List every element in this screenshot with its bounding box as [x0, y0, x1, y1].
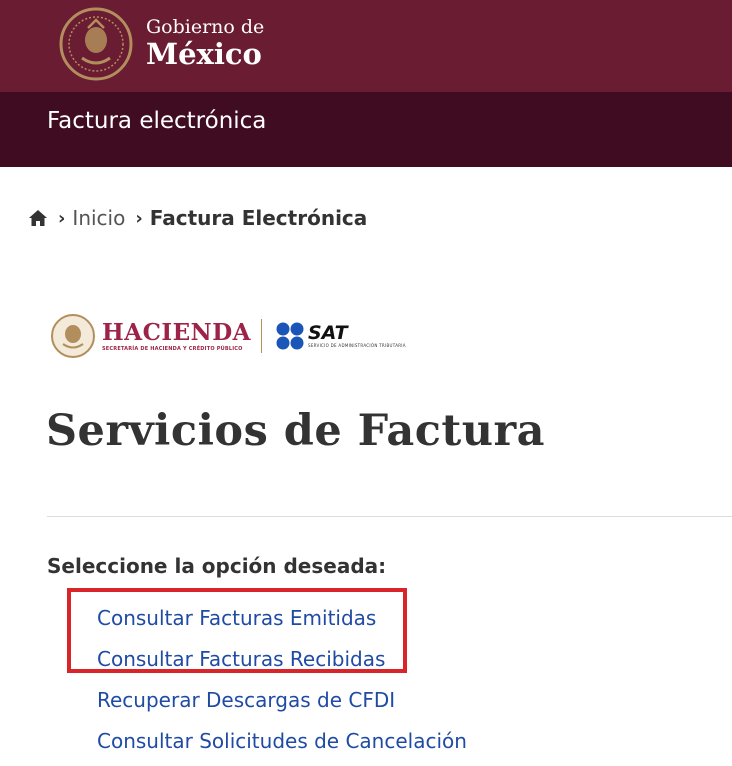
- breadcrumb: › Inicio › Factura Electrónica: [28, 204, 367, 232]
- gobierno-de-mexico-logo[interactable]: Gobierno de México: [146, 16, 264, 70]
- list-item: Consultar Solicitudes de Cancelación: [97, 720, 467, 761]
- sat-wordmark: SAT SERVICIO DE ADMINISTRACIÓN TRIBUTARI…: [308, 323, 406, 349]
- hacienda-sat-logos: HACIENDA SECRETARÍA DE HACIENDA Y CRÉDIT…: [50, 312, 406, 360]
- breadcrumb-separator: ›: [135, 207, 143, 229]
- consultar-solicitudes-cancelacion-link[interactable]: Consultar Solicitudes de Cancelación: [97, 727, 467, 755]
- list-item: Recuperar Descargas de CFDI: [97, 679, 467, 720]
- sat-logo-icon: [276, 322, 304, 350]
- mexico-seal-icon[interactable]: [58, 6, 134, 82]
- hacienda-subtitle: SECRETARÍA DE HACIENDA Y CRÉDITO PÚBLICO: [102, 345, 243, 352]
- divider: [47, 516, 732, 517]
- government-header: Gobierno de México: [0, 0, 732, 92]
- options-prompt: Seleccione la opción deseada:: [47, 554, 387, 578]
- logo-divider: [261, 319, 262, 353]
- section-title[interactable]: Factura electrónica: [47, 106, 266, 136]
- hacienda-wordmark: HACIENDA SECRETARÍA DE HACIENDA Y CRÉDIT…: [102, 318, 251, 353]
- breadcrumb-separator: ›: [58, 207, 66, 229]
- sat-word: SAT: [308, 322, 348, 344]
- page-title: Servicios de Factura: [46, 406, 546, 456]
- hacienda-seal-icon: [51, 314, 95, 358]
- gov-logo-line2: México: [146, 37, 262, 71]
- breadcrumb-inicio-link[interactable]: Inicio: [72, 206, 125, 230]
- hacienda-word: HACIENDA: [102, 318, 251, 346]
- sat-subtitle: SERVICIO DE ADMINISTRACIÓN TRIBUTARIA: [308, 343, 406, 348]
- gov-logo-line1: Gobierno de: [146, 16, 265, 38]
- recuperar-descargas-cfdi-link[interactable]: Recuperar Descargas de CFDI: [97, 686, 395, 714]
- home-icon[interactable]: [28, 208, 48, 228]
- highlight-box: [67, 588, 407, 673]
- breadcrumb-current: Factura Electrónica: [149, 206, 368, 230]
